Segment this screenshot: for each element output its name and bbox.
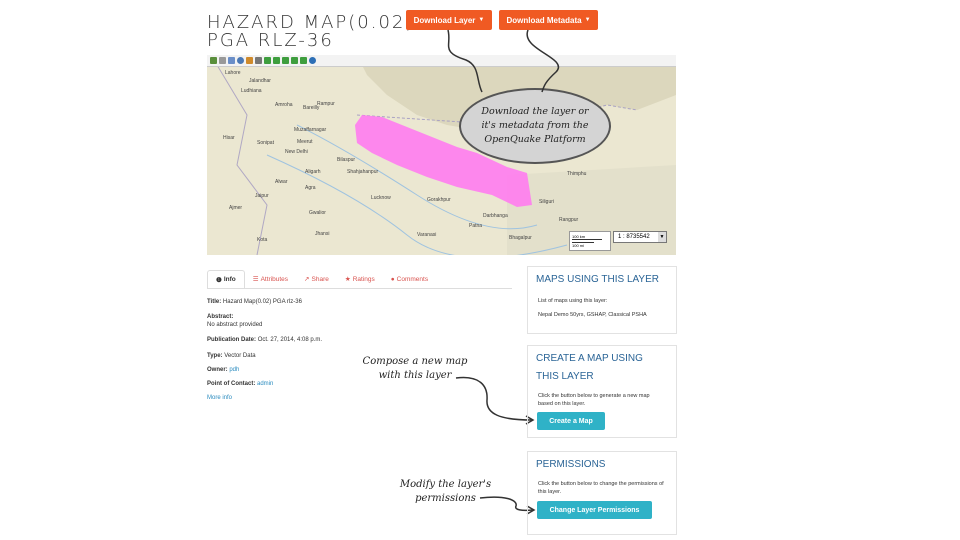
maps-list-link[interactable]: Nepal Demo 50yrs, GSHAP, Classical PSHA bbox=[528, 311, 676, 319]
poc-link[interactable]: admin bbox=[257, 381, 273, 387]
comment-icon: ● bbox=[390, 275, 395, 283]
tab-attributes[interactable]: ☰ Attributes bbox=[245, 270, 296, 288]
tab-divider bbox=[207, 288, 512, 289]
owner-link[interactable]: pdh bbox=[229, 367, 239, 373]
tab-comments[interactable]: ● Comments bbox=[383, 270, 436, 288]
change-permissions-button[interactable]: Change Layer Permissions bbox=[537, 501, 652, 519]
create-map-body: Click the button below to generate a new… bbox=[538, 393, 650, 407]
maps-panel: MAPS USING THIS LAYER List of maps using… bbox=[527, 266, 677, 334]
info-owner: Owner: pdh bbox=[207, 367, 240, 373]
info-icon: ❶ bbox=[216, 276, 222, 284]
tab-info[interactable]: ❶ Info bbox=[207, 270, 245, 288]
info-pubdate: Publication Date: Oct. 27, 2014, 4:08 p.… bbox=[207, 337, 323, 343]
info-abstract: Abstract: No abstract provided bbox=[207, 314, 263, 328]
layer-tabs: ❶ Info ☰ Attributes ↗ Share ★ Ratings ● Comme… bbox=[207, 270, 436, 288]
share-icon: ↗ bbox=[304, 276, 310, 283]
tab-ratings[interactable]: ★ Ratings bbox=[337, 270, 383, 288]
info-title: Title: Hazard Map(0.02) PGA rlz-36 bbox=[207, 299, 302, 305]
tab-share[interactable]: ↗ Share bbox=[296, 270, 337, 288]
more-info-link[interactable]: More info bbox=[207, 394, 232, 402]
modify-callout: Modify the layer's permissions bbox=[399, 479, 492, 504]
permissions-title: PERMISSIONS bbox=[536, 459, 606, 470]
star-icon: ★ bbox=[344, 276, 351, 283]
maps-panel-title: MAPS USING THIS LAYER bbox=[536, 274, 659, 285]
list-icon: ☰ bbox=[252, 276, 259, 283]
permissions-body: Click the button below to change the per… bbox=[538, 481, 664, 495]
info-poc: Point of Contact: admin bbox=[207, 381, 274, 387]
permissions-panel: PERMISSIONS Click the button below to ch… bbox=[527, 451, 677, 535]
compose-callout: Compose a new map with this layer bbox=[362, 356, 468, 381]
create-map-title: CREATE A MAP USING THIS LAYER bbox=[536, 353, 643, 382]
maps-panel-body: List of maps using this layer: bbox=[538, 298, 608, 304]
create-map-button[interactable]: Create a Map bbox=[537, 412, 605, 430]
info-type: Type: Vector Data bbox=[207, 353, 256, 359]
annotation-arrows bbox=[447, 29, 560, 515]
